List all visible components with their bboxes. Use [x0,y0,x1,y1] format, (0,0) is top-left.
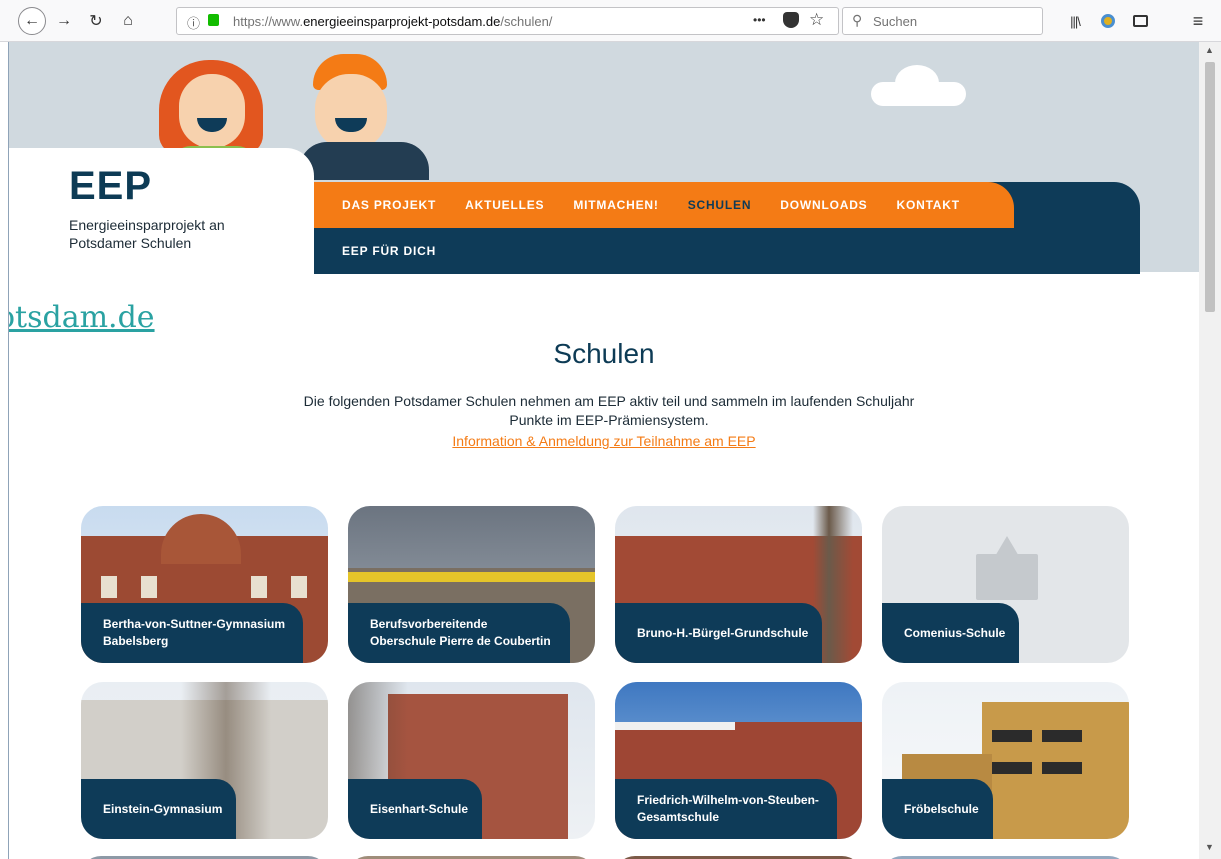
extension-icon[interactable] [1096,9,1120,33]
nav-item-schulen[interactable]: SCHULEN [688,198,752,212]
site-subtitle: Energieeinsparprojekt an Potsdamer Schul… [69,217,225,251]
hero-banner: EEP Energieeinsparprojekt an Potsdamer S… [9,42,1199,274]
school-name[interactable]: Bertha-von-Suttner-Gymnasium Babelsberg [81,603,303,663]
url-text[interactable]: https://www.energieeinsparprojekt-potsda… [233,14,552,29]
page-actions-icon[interactable]: ••• [753,13,766,27]
sidebar-toggle-icon[interactable] [1128,9,1152,33]
intro-text: Die folgenden Potsdamer Schulen nehmen a… [303,393,915,428]
school-name[interactable]: Friedrich-Wilhelm-von-Steuben-Gesamtschu… [615,779,837,839]
school-name[interactable]: Fröbelschule [882,779,993,839]
vertical-scrollbar[interactable]: ▲ ▼ [1199,42,1221,859]
school-name[interactable]: Comenius-Schule [882,603,1020,663]
home-icon[interactable]: ⌂ [116,9,140,33]
url-path: /schulen/ [500,14,553,29]
school-card[interactable]: Einstein-Gymnasium [81,682,328,839]
overlay-domain-link[interactable]: otsdam.de [9,300,155,335]
school-card[interactable]: Bertha-von-Suttner-Gymnasium Babelsberg [81,506,328,663]
school-card[interactable]: Comenius-Schule [882,506,1129,663]
school-card[interactable]: Berufsvorbereitende Oberschule Pierre de… [348,506,595,663]
url-bar[interactable]: ⓘ https://www.energieeinsparprojekt-pots… [176,7,839,35]
pocket-icon[interactable] [783,12,799,28]
search-input[interactable]: Suchen [873,14,917,29]
nav-item-eep-fuer-dich[interactable]: EEP FÜR DICH [342,244,436,258]
school-placeholder-icon [976,554,1038,600]
back-arrow-icon[interactable]: ← [18,7,46,35]
nav-item-downloads[interactable]: DOWNLOADS [780,198,867,212]
browser-toolbar: ← → ↻ ⌂ ⓘ https://www.energieeinsparproj… [0,0,1221,42]
reload-icon[interactable]: ↻ [84,9,108,33]
search-bar[interactable]: ⚲ Suchen [842,7,1043,35]
school-name[interactable]: Bruno-H.-Bürgel-Grundschule [615,603,823,663]
library-icon[interactable]: |||\ [1063,9,1087,33]
nav-item-mitmachen[interactable]: MITMACHEN! [573,198,658,212]
lock-icon [208,14,219,26]
school-card[interactable]: Friedrich-Wilhelm-von-Steuben-Gesamtschu… [615,682,862,839]
window-edge [0,42,9,859]
forward-arrow-icon[interactable]: → [52,9,76,33]
registration-link[interactable]: Information & Anmeldung zur Teilnahme am… [9,433,1199,449]
nav-item-aktuelles[interactable]: AKTUELLES [465,198,544,212]
logo-card[interactable]: EEP Energieeinsparprojekt an Potsdamer S… [9,148,314,273]
nav-primary: DAS PROJEKT AKTUELLES MITMACHEN! SCHULEN… [314,182,1014,228]
menu-icon[interactable]: ≡ [1186,9,1210,33]
school-name[interactable]: Eisenhart-Schule [348,779,483,839]
url-prefix: https://www. [233,14,304,29]
main-navigation: DAS PROJEKT AKTUELLES MITMACHEN! SCHULEN… [314,182,1140,274]
school-card[interactable]: Bruno-H.-Bürgel-Grundschule [615,506,862,663]
nav-item-kontakt[interactable]: KONTAKT [897,198,960,212]
scroll-down-icon[interactable]: ▼ [1205,842,1214,852]
bookmark-star-icon[interactable]: ☆ [809,10,824,30]
info-icon[interactable]: ⓘ [187,13,200,32]
boy-mascot-illustration [299,54,429,180]
site-logo[interactable]: EEP [69,164,152,209]
school-name[interactable]: Einstein-Gymnasium [81,779,237,839]
nav-item-das-projekt[interactable]: DAS PROJEKT [342,198,436,212]
url-domain: energieeinsparprojekt-potsdam.de [303,14,501,29]
school-roof-icon [994,536,1020,558]
scrollbar-thumb[interactable] [1205,62,1215,312]
school-card[interactable]: Eisenhart-Schule [348,682,595,839]
search-icon: ⚲ [852,12,863,28]
school-name[interactable]: Berufsvorbereitende Oberschule Pierre de… [348,603,570,663]
page-title: Schulen [553,338,655,369]
scroll-up-icon[interactable]: ▲ [1205,45,1214,55]
page-viewport: EEP Energieeinsparprojekt an Potsdamer S… [9,42,1199,859]
school-card[interactable]: Fröbelschule [882,682,1129,839]
cloud-puff [895,65,939,101]
